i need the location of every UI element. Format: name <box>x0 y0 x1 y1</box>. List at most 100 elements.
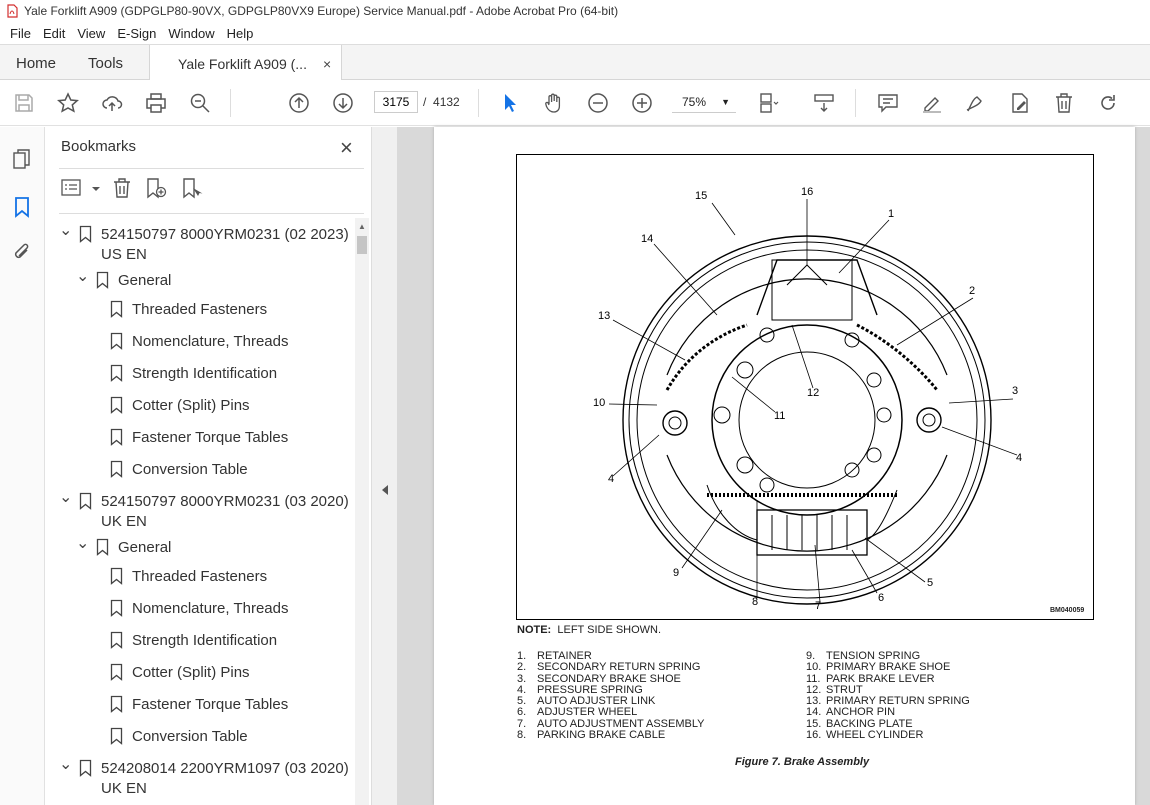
bookmark-icon <box>110 631 123 649</box>
figure-frame <box>516 154 1094 620</box>
bookmark-item[interactable]: Threaded Fasteners <box>46 300 354 322</box>
page-number-input[interactable] <box>374 91 418 113</box>
comment-icon[interactable] <box>876 91 900 115</box>
tab-document[interactable]: Yale Forklift A909 (... × <box>149 45 343 82</box>
note-text: LEFT SIDE SHOWN. <box>557 624 662 636</box>
callout-13: 13 <box>598 310 611 322</box>
zoom-search-icon[interactable] <box>188 91 212 115</box>
callout-3: 3 <box>1012 385 1019 397</box>
legend-number: 10. <box>806 661 822 674</box>
page-display-icon[interactable] <box>756 91 780 115</box>
callout-4-left: 4 <box>608 473 615 485</box>
bookmark-item[interactable]: Cotter (Split) Pins <box>46 396 354 418</box>
chevron-down-icon[interactable]: ⌄ <box>59 754 72 774</box>
bookmark-item[interactable]: ⌄ 524208014 2200YRM1097 (03 2020) UK EN <box>46 756 354 797</box>
tab-home[interactable]: Home <box>0 45 72 81</box>
chevron-down-icon[interactable]: ⌄ <box>76 266 89 286</box>
scroll-mode-icon[interactable] <box>812 91 836 115</box>
bookmark-label: Fastener Torque Tables <box>132 429 289 446</box>
bookmarks-scrollbar[interactable]: ▲ <box>355 218 369 805</box>
panel-splitter[interactable] <box>371 127 397 805</box>
bookmark-item[interactable]: Fastener Torque Tables <box>46 695 354 717</box>
divider <box>59 213 364 214</box>
highlight-pen-icon[interactable] <box>920 91 944 115</box>
toolbar-separator <box>230 89 231 117</box>
delete-bookmark-icon[interactable] <box>111 177 135 201</box>
options-menu-icon[interactable] <box>61 177 85 201</box>
legend-item: 10. PRIMARY BRAKE SHOE <box>806 661 970 674</box>
bookmark-item[interactable]: ⌄ 524150797 8000YRM0231 (03 2020) UK EN <box>46 489 354 530</box>
bookmark-item[interactable]: Threaded Fasteners <box>46 567 354 589</box>
tab-document-label: Yale Forklift A909 (... <box>178 55 307 72</box>
bookmark-icon <box>110 396 123 414</box>
bookmark-icon <box>110 364 123 382</box>
close-icon[interactable]: × <box>340 135 353 161</box>
rotate-icon[interactable] <box>1096 91 1120 115</box>
menu-bar: File Edit View E-Sign Window Help <box>0 22 1150 44</box>
bookmark-label: 524150797 8000YRM0231 (03 2020) <box>101 493 349 510</box>
bookmark-item[interactable]: ⌄ General <box>46 535 354 560</box>
select-cursor-icon[interactable] <box>498 91 522 115</box>
bookmark-item[interactable]: Conversion Table <box>46 460 354 482</box>
star-bookmark-icon[interactable] <box>56 91 80 115</box>
zoom-in-icon[interactable] <box>630 91 654 115</box>
attachments-icon[interactable] <box>10 241 34 265</box>
bookmark-item[interactable]: Nomenclature, Threads <box>46 332 354 354</box>
bookmark-label: Cotter (Split) Pins <box>132 664 250 681</box>
bookmarks-title: Bookmarks <box>61 138 137 155</box>
bookmark-label: Threaded Fasteners <box>132 568 268 585</box>
bookmarks-tree: ⌄ 524150797 8000YRM0231 (02 2023) US EN ⌄ Ge… <box>46 215 354 805</box>
hand-tool-icon[interactable] <box>542 91 566 115</box>
bookmarks-panel-icon[interactable] <box>10 195 34 219</box>
menu-file[interactable]: File <box>4 26 37 41</box>
save-icon[interactable] <box>12 91 36 115</box>
menu-edit[interactable]: Edit <box>37 26 71 41</box>
tab-close-icon[interactable]: × <box>323 56 331 72</box>
edit-pdf-icon[interactable] <box>1008 91 1032 115</box>
menu-view[interactable]: View <box>71 26 111 41</box>
chevron-down-icon[interactable] <box>85 177 100 201</box>
chevron-down-icon[interactable]: ⌄ <box>59 487 72 507</box>
cloud-upload-icon[interactable] <box>100 91 124 115</box>
bookmark-item[interactable]: Strength Identification <box>46 631 354 653</box>
scrollbar-thumb[interactable] <box>357 236 367 254</box>
bookmark-icon <box>110 727 123 745</box>
zoom-value: 75% <box>682 95 707 109</box>
zoom-out-icon[interactable] <box>586 91 610 115</box>
legend-number: 16. <box>806 729 822 742</box>
chevron-down-icon[interactable]: ⌄ <box>59 220 72 240</box>
menu-esign[interactable]: E-Sign <box>111 26 162 41</box>
page-thumbnails-icon[interactable] <box>10 147 34 171</box>
menu-window[interactable]: Window <box>162 26 220 41</box>
bookmark-icon <box>110 567 123 585</box>
bookmark-item[interactable]: ⌄ General <box>46 268 354 293</box>
figure-note: NOTE: LEFT SIDE SHOWN. <box>517 624 661 636</box>
delete-icon[interactable] <box>1052 91 1076 115</box>
scroll-up-icon[interactable]: ▲ <box>355 222 369 234</box>
sign-pen-icon[interactable] <box>964 91 988 115</box>
bookmark-item[interactable]: ⌄ 524150797 8000YRM0231 (02 2023) US EN <box>46 222 354 263</box>
bookmark-item[interactable]: Strength Identification <box>46 364 354 386</box>
legend-text: SECONDARY RETURN SPRING <box>537 661 701 674</box>
brake-assembly-drawing <box>608 199 1018 605</box>
chevron-down-icon: ▼ <box>721 97 730 107</box>
bookmark-item[interactable]: Nomenclature, Threads <box>46 599 354 621</box>
bookmark-label: Strength Identification <box>132 365 278 382</box>
tab-tools[interactable]: Tools <box>72 45 139 81</box>
find-bookmark-icon[interactable] <box>181 177 205 201</box>
zoom-select[interactable]: 75% ▼ <box>672 91 736 113</box>
callout-15: 15 <box>695 190 708 202</box>
bookmark-item[interactable]: Conversion Table <box>46 727 354 749</box>
bookmark-label: Nomenclature, Threads <box>132 600 289 617</box>
chevron-down-icon[interactable]: ⌄ <box>76 533 89 553</box>
legend-left-column: 1. RETAINER 2. SECONDARY RETURN SPRING 3. SEC… <box>517 650 705 741</box>
collapse-panel-icon[interactable] <box>382 485 388 495</box>
next-page-icon[interactable] <box>331 91 355 115</box>
new-bookmark-icon[interactable] <box>145 177 169 201</box>
menu-help[interactable]: Help <box>221 26 260 41</box>
previous-page-icon[interactable] <box>287 91 311 115</box>
bookmark-item[interactable]: Cotter (Split) Pins <box>46 663 354 685</box>
bookmark-item[interactable]: Fastener Torque Tables <box>46 428 354 450</box>
bookmark-label: Cotter (Split) Pins <box>132 397 250 414</box>
print-icon[interactable] <box>144 91 168 115</box>
